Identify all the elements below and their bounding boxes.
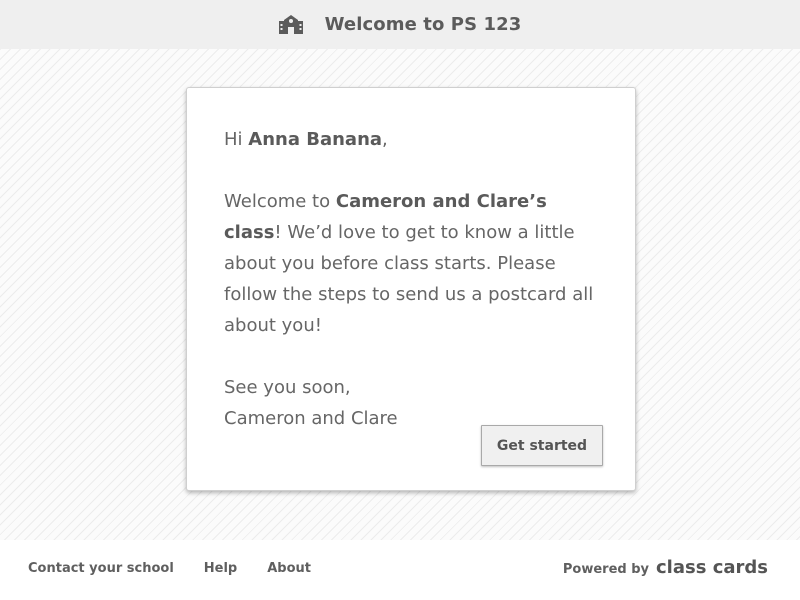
greeting-suffix: , <box>382 129 388 150</box>
welcome-paragraph: Welcome to Cameron and Clare’s class! We… <box>224 186 609 341</box>
greeting-line: Hi Anna Banana, <box>224 124 609 155</box>
contact-school-link[interactable]: Contact your school <box>28 561 174 576</box>
get-started-button[interactable]: Get started <box>481 425 603 466</box>
page-title: Welcome to PS 123 <box>324 14 522 35</box>
student-name: Anna Banana <box>248 129 383 150</box>
welcome-card: Hi Anna Banana, Welcome to Cameron and C… <box>186 87 636 491</box>
brand-logo-text[interactable]: class cards <box>656 557 768 578</box>
powered-by: Powered by class cards <box>563 557 768 578</box>
school-building-icon <box>278 14 303 34</box>
powered-by-label: Powered by <box>562 562 650 577</box>
greeting-prefix: Hi <box>224 129 249 150</box>
header-bar: Welcome to PS 123 <box>0 0 800 49</box>
about-link[interactable]: About <box>267 561 311 576</box>
footer: Contact your school Help About Powered b… <box>0 540 800 600</box>
help-link[interactable]: Help <box>204 561 237 576</box>
welcome-suffix: ! <box>274 222 282 243</box>
footer-links: Contact your school Help About <box>28 561 311 576</box>
signoff-line: See you soon, <box>224 377 351 398</box>
welcome-message: Hi Anna Banana, Welcome to Cameron and C… <box>224 124 609 434</box>
welcome-prefix: Welcome to <box>224 191 336 212</box>
